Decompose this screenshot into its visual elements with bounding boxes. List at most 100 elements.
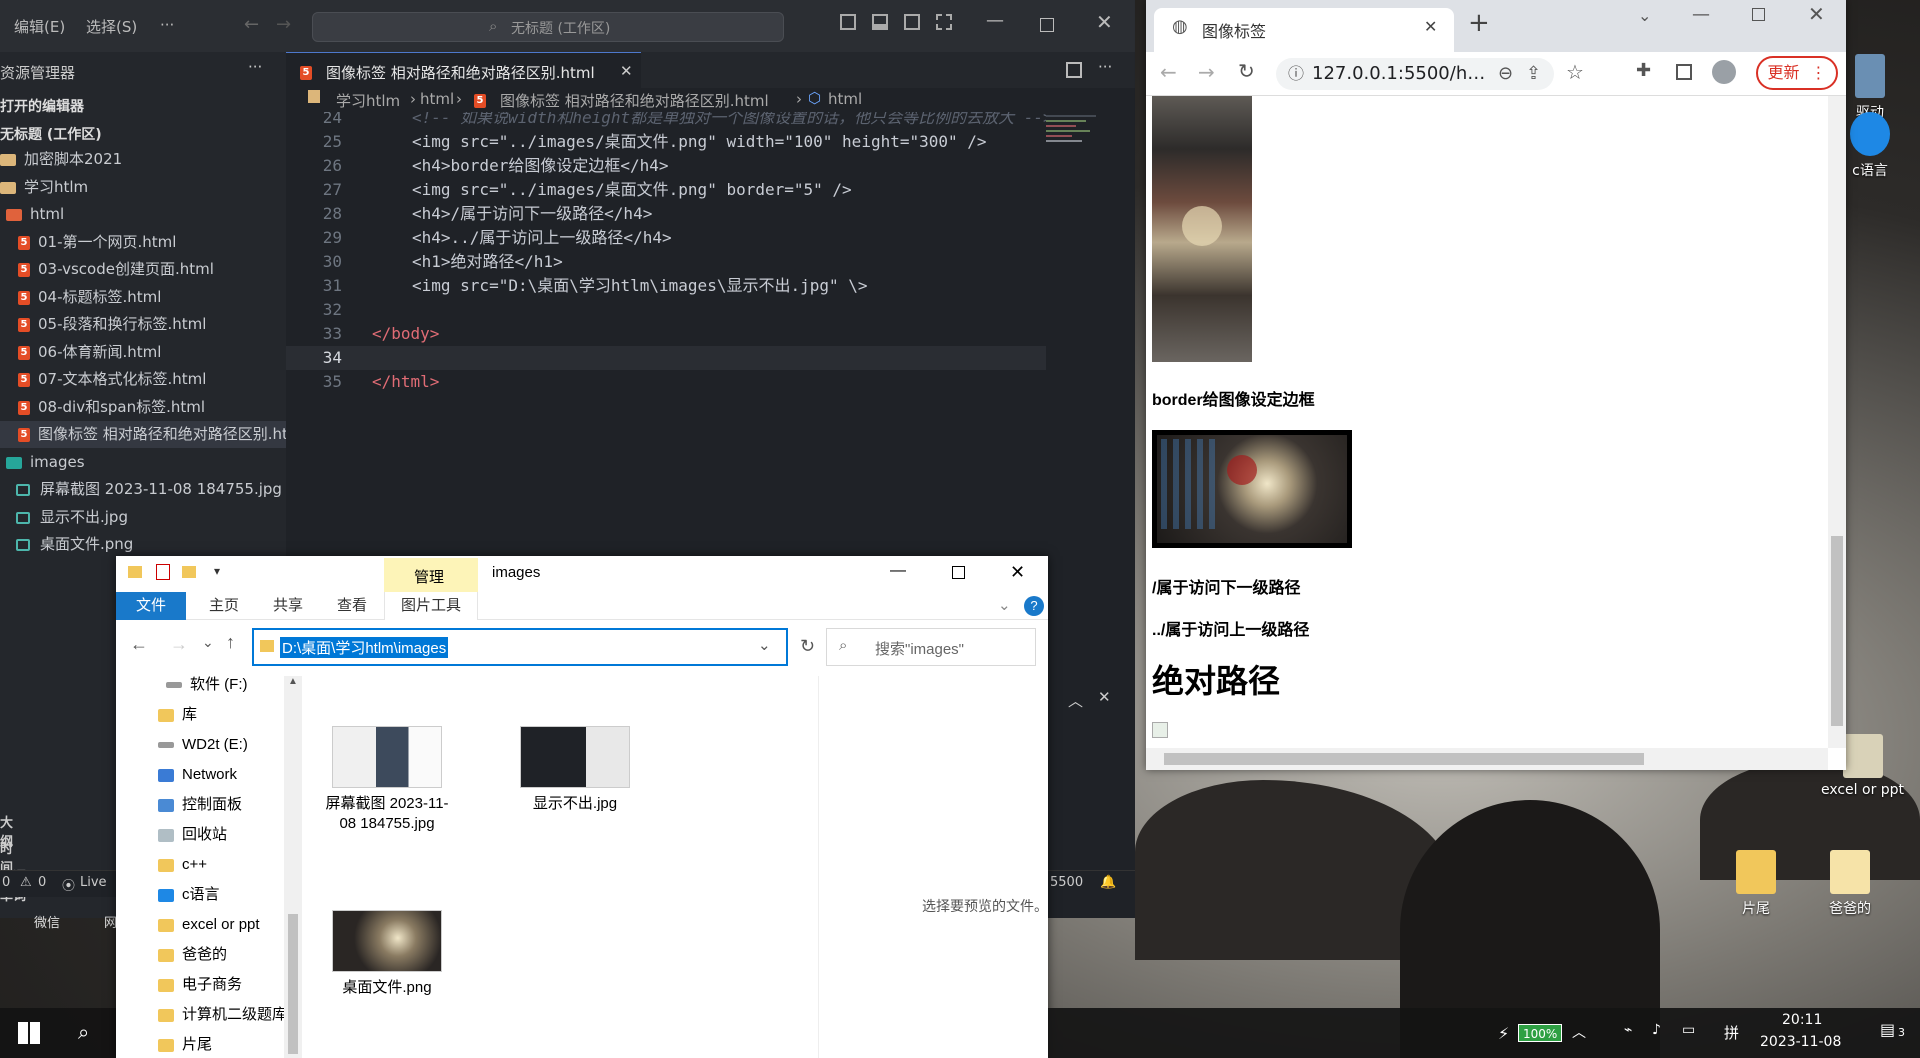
back-arrow-icon[interactable]: ← (130, 634, 148, 655)
tab-close-icon[interactable]: ✕ (620, 62, 633, 80)
close-icon[interactable]: ✕ (1808, 2, 1825, 26)
nav-item[interactable]: 爸爸的 (116, 940, 302, 970)
new-folder-icon[interactable] (182, 566, 196, 578)
ribbon-tab-view[interactable]: 查看 (320, 592, 384, 620)
desktop-icon-babade[interactable]: 爸爸的 (1802, 850, 1898, 918)
reload-icon[interactable]: ↻ (1238, 59, 1255, 83)
windows-start-icon[interactable] (18, 1022, 40, 1044)
tree-file[interactable]: 5 08-div和span标签.html (0, 394, 286, 421)
warning-count[interactable]: 0 (38, 875, 46, 890)
nav-item[interactable]: 控制面板 (116, 790, 302, 820)
tree-file[interactable]: 桌面文件.png (0, 531, 286, 558)
search-icon[interactable]: ⌕ (78, 1020, 89, 1044)
tree-folder[interactable]: html (0, 201, 286, 228)
nav-item[interactable]: 软件 (F:) (116, 676, 302, 700)
tree-file[interactable]: 5 04-标题标签.html (0, 284, 286, 311)
address-bar[interactable]: ⓘ 127.0.0.1:5500/htm... ⊖ ⇪ (1276, 58, 1554, 90)
volume-icon[interactable]: ♪ (1652, 1022, 1661, 1038)
minimize-icon[interactable]: — (986, 10, 1004, 31)
menu-edit[interactable]: 编辑(E) (14, 16, 65, 37)
vertical-scrollbar[interactable] (1828, 96, 1846, 748)
chevron-down-icon[interactable]: ⌄ (1638, 6, 1651, 25)
close-icon[interactable]: ✕ (1010, 562, 1025, 583)
extensions-icon[interactable]: ✚ (1636, 60, 1651, 81)
tree-folder[interactable]: 加密脚本2021 (0, 146, 286, 173)
ime-indicator[interactable]: 拼 (1724, 1022, 1739, 1043)
side-panel-icon[interactable] (1676, 64, 1692, 80)
nav-item[interactable]: 计算机二级题库 (116, 1000, 302, 1030)
chevron-up-icon[interactable]: ︿ (1068, 690, 1083, 711)
live-server[interactable]: Live (80, 875, 110, 890)
tree-file[interactable]: 5 05-段落和换行标签.html (0, 311, 286, 338)
nav-item[interactable]: c++ (116, 850, 302, 880)
more-actions-icon[interactable]: ··· (248, 58, 262, 76)
avatar[interactable] (1712, 60, 1736, 84)
editor-tab-active[interactable]: 5 图像标签 相对路径和绝对路径区别.html ✕ (286, 52, 641, 88)
nav-item[interactable]: excel or ppt (116, 910, 302, 940)
tree-file-active[interactable]: 5 图像标签 相对路径和绝对路径区别.html (0, 421, 286, 448)
nav-item[interactable]: 回收站 (116, 820, 302, 850)
scrollbar-thumb[interactable] (1831, 536, 1843, 726)
scrollbar-thumb[interactable] (288, 914, 298, 1054)
nav-item[interactable]: c语言 (116, 880, 302, 910)
file-item[interactable]: 桌面文件.png (322, 910, 452, 998)
close-panel-icon[interactable]: ✕ (1098, 688, 1111, 706)
menu-select[interactable]: 选择(S) (86, 16, 137, 37)
ribbon-tab-share[interactable]: 共享 (256, 592, 320, 620)
chrome-tab[interactable]: ◍ 图像标签 ✕ (1154, 8, 1454, 52)
breadcrumb-item[interactable]: 图像标签 相对路径和绝对路径区别.html (500, 90, 769, 111)
file-item[interactable]: 屏幕截图 2023-11-08 184755.jpg (322, 726, 452, 834)
recent-dropdown-icon[interactable]: ⌄ (202, 634, 214, 651)
star-icon[interactable]: ☆ (1566, 60, 1584, 84)
nav-item[interactable]: 片尾 (116, 1030, 302, 1058)
taskbar-label-wechat[interactable]: 微信 (34, 912, 60, 931)
tree-file[interactable]: 5 03-vscode创建页面.html (0, 256, 286, 283)
nav-item[interactable]: 电子商务 (116, 970, 302, 1000)
chevron-down-icon[interactable]: ⌄ (998, 596, 1011, 614)
scroll-up-icon[interactable]: ▲ (288, 676, 298, 687)
help-icon[interactable]: ? (1024, 596, 1044, 616)
workspace-section[interactable]: 无标题 (工作区) (0, 124, 102, 144)
open-editors-section[interactable]: 打开的编辑器 (0, 96, 84, 116)
code-area[interactable]: 24 <!-- 如果说width和height都是单独对一个图像设置的话，他只会等… (286, 112, 1046, 412)
properties-icon[interactable] (156, 564, 170, 580)
breadcrumb-item[interactable]: html (420, 90, 454, 108)
chevron-down-icon[interactable]: ⌄ (758, 636, 771, 654)
port-number[interactable]: 5500 (1050, 875, 1083, 890)
display-icon[interactable]: ▭ (1682, 1022, 1695, 1038)
nav-item[interactable]: 库 (116, 700, 302, 730)
layout-icon[interactable] (936, 14, 952, 30)
menu-more[interactable]: ··· (160, 16, 174, 34)
breadcrumb-item[interactable]: html (828, 90, 862, 108)
tree-file[interactable]: 5 01-第一个网页.html (0, 229, 286, 256)
error-count[interactable]: 0 (2, 875, 10, 890)
nav-item[interactable]: Network (116, 760, 302, 790)
nav-scrollbar[interactable]: ▲ (284, 676, 302, 1058)
ribbon-tab-file[interactable]: 文件 (116, 592, 186, 620)
page-viewport[interactable]: border给图像设定边框 /属于访问下一级路径 ../属于访问上一级路径 绝对… (1146, 96, 1828, 748)
command-center[interactable]: ⌕ 无标题 (工作区) (312, 12, 784, 42)
battery-indicator[interactable]: 100% (1518, 1024, 1563, 1042)
chevron-up-icon[interactable]: ︿ (1572, 1022, 1586, 1042)
zoom-icon[interactable]: ⊖ (1498, 58, 1513, 90)
manage-tab[interactable]: 管理 (384, 558, 478, 592)
minimap[interactable] (1046, 112, 1110, 172)
tab-close-icon[interactable]: ✕ (1424, 17, 1437, 36)
forward-arrow-icon[interactable]: → (170, 634, 188, 655)
forward-arrow-icon[interactable]: → (276, 14, 291, 35)
new-tab-icon[interactable]: + (1468, 8, 1490, 38)
notification-icon[interactable]: ▤ (1880, 1020, 1895, 1039)
scrollbar-thumb[interactable] (1164, 753, 1644, 765)
up-arrow-icon[interactable]: ↑ (226, 632, 235, 653)
tree-file[interactable]: 屏幕截图 2023-11-08 184755.jpg (0, 476, 286, 503)
clock-time[interactable]: 20:11 (1782, 1012, 1822, 1028)
chevron-down-icon[interactable]: ▾ (214, 564, 220, 578)
minimize-icon[interactable]: — (1692, 4, 1710, 25)
file-item[interactable]: 显示不出.jpg (510, 726, 640, 814)
tree-file[interactable]: 显示不出.jpg (0, 504, 286, 531)
forward-arrow-icon[interactable]: → (1198, 60, 1215, 84)
bell-icon[interactable]: 🔔 (1100, 875, 1116, 890)
update-button[interactable]: 更新 ⋮ (1756, 56, 1838, 90)
share-icon[interactable]: ⇪ (1526, 58, 1541, 90)
ribbon-tab-home[interactable]: 主页 (192, 592, 256, 620)
